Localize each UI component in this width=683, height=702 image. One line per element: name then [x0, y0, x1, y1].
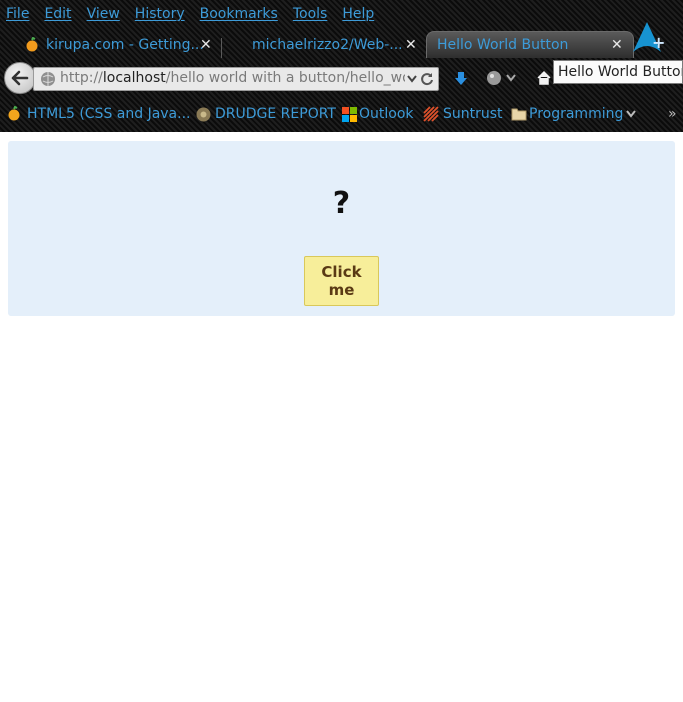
tab-title: kirupa.com - Getting...	[46, 37, 204, 53]
bookmark-label: Suntrust	[443, 106, 503, 122]
bookmark-label: DRUDGE REPORT	[215, 106, 336, 122]
menu-history[interactable]: History	[135, 6, 185, 26]
bookmark-suntrust[interactable]: Suntrust	[423, 106, 503, 122]
chevron-down-icon[interactable]	[506, 74, 516, 82]
close-tab-icon[interactable]: ✕	[405, 37, 417, 53]
content-panel: ? Click me	[8, 141, 675, 316]
menu-file[interactable]: File	[6, 6, 29, 26]
menu-tools[interactable]: Tools	[293, 6, 328, 26]
tab-tooltip: Hello World Button	[553, 60, 683, 84]
url-path: /hello world with a button/hello_wor	[165, 70, 405, 86]
menu-view[interactable]: View	[87, 6, 120, 26]
tab-github[interactable]: michaelrizzo2/Web-... ✕	[230, 33, 420, 57]
tab-separator	[221, 38, 222, 58]
fruit-icon	[8, 106, 20, 121]
back-arrow-icon	[11, 70, 29, 86]
menu-bar: File Edit View History Bookmarks Tools H…	[6, 6, 389, 26]
bookmark-programming-folder[interactable]: Programming	[511, 106, 637, 122]
sunburst-icon	[423, 106, 439, 122]
back-button[interactable]	[4, 62, 36, 94]
chevron-down-icon	[626, 110, 637, 118]
menu-edit[interactable]: Edit	[44, 6, 71, 26]
url-scheme: http://	[60, 70, 103, 86]
globe-icon	[41, 72, 55, 86]
overflow-chevron-icon[interactable]: »	[668, 106, 677, 122]
windows-logo-icon	[342, 106, 357, 122]
home-icon[interactable]	[536, 70, 552, 86]
browser-chrome: File Edit View History Bookmarks Tools H…	[0, 0, 683, 132]
tab-hello-world-button[interactable]: Hello World Button ✕	[426, 31, 634, 58]
close-tab-icon[interactable]: ✕	[200, 37, 212, 53]
bookmark-label: HTML5 (CSS and Java...	[27, 106, 191, 122]
bookmark-html5[interactable]: HTML5 (CSS and Java...	[7, 106, 191, 122]
svg-text:+: +	[652, 33, 664, 52]
globe-icon	[196, 107, 211, 121]
chevron-down-icon[interactable]	[407, 75, 417, 83]
folder-icon	[511, 108, 527, 121]
reload-icon[interactable]	[420, 72, 434, 86]
download-icon[interactable]	[454, 71, 468, 87]
tab-kirupa[interactable]: kirupa.com - Getting... ✕	[24, 33, 220, 57]
url-bar[interactable]: http://localhost/hello world with a butt…	[33, 67, 439, 91]
url-text: http://localhost/hello world with a butt…	[60, 70, 405, 86]
bookmark-drudge[interactable]: DRUDGE REPORT	[196, 106, 336, 122]
bookmark-outlook[interactable]: Outlook	[342, 106, 414, 122]
bookmark-label: Programming	[529, 106, 624, 122]
url-host: localhost	[102, 70, 166, 86]
bookmark-label: Outlook	[359, 106, 414, 122]
menu-help[interactable]: Help	[342, 6, 374, 26]
close-tab-icon[interactable]: ✕	[611, 37, 623, 53]
arch-logo-icon[interactable]: +	[630, 20, 664, 54]
menu-bookmarks[interactable]: Bookmarks	[200, 6, 278, 26]
click-me-button[interactable]: Click me	[304, 256, 379, 306]
greeting-text: ?	[332, 186, 351, 221]
tab-title: Hello World Button	[437, 37, 569, 53]
fruit-icon	[26, 37, 38, 52]
tab-title: michaelrizzo2/Web-...	[252, 37, 403, 53]
addon-globe-icon[interactable]	[485, 69, 503, 87]
